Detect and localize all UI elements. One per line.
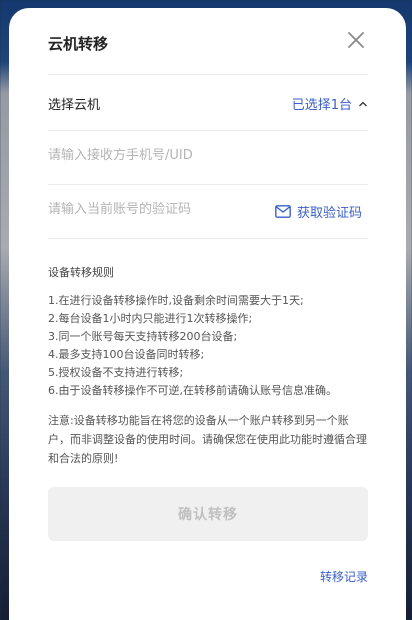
confirm-transfer-button[interactable]: 确认转移 (48, 487, 368, 541)
verification-row: 获取验证码 (48, 184, 368, 239)
select-device-row[interactable]: 选择云机 已选择1台 (48, 74, 368, 131)
selected-count-text: 已选择1台 (291, 98, 352, 113)
modal-title: 云机转移 (48, 35, 109, 53)
chevron-up-icon (359, 101, 367, 106)
transfer-rules: 设备转移规则 1.在进行设备转移操作时,设备剩余时间需要大于1天; 2.每台设备… (48, 264, 376, 400)
transfer-modal: 云机转移 选择云机 已选择1台 获取验证码 设备转 (9, 8, 406, 620)
get-code-label: 获取验证码 (296, 206, 362, 221)
mail-icon (275, 205, 291, 218)
get-code-button[interactable]: 获取验证码 (275, 202, 362, 221)
rule-item: 4.最多支持100台设备同时转移; (48, 348, 205, 361)
modal-header: 云机转移 (48, 26, 368, 75)
transfer-history-link[interactable]: 转移记录 (320, 568, 368, 585)
rule-item: 6.由于设备转移操作不可逆,在转移前请确认账号信息准确。 (48, 384, 337, 397)
selected-count-toggle[interactable]: 已选择1台 (292, 94, 368, 113)
close-icon (348, 32, 364, 48)
recipient-row (48, 130, 368, 185)
rule-item: 5.授权设备不支持进行转移; (48, 366, 184, 379)
rules-title: 设备转移规则 (48, 266, 114, 279)
rule-item: 1.在进行设备转移操作时,设备剩余时间需要大于1天; (48, 294, 304, 307)
rule-item: 3.同一个账号每天支持转移200台设备; (48, 330, 238, 343)
rule-item: 2.每台设备1小时内只能进行1次转移操作; (48, 312, 253, 325)
recipient-phone-input[interactable] (48, 148, 268, 163)
transfer-notice: 注意:设备转移功能旨在将您的设备从一个账户转移到另一个账户，而非调整设备的使用时… (48, 414, 367, 465)
select-device-label: 选择云机 (48, 98, 101, 113)
close-button[interactable] (346, 30, 366, 50)
verification-code-input[interactable] (48, 202, 268, 217)
